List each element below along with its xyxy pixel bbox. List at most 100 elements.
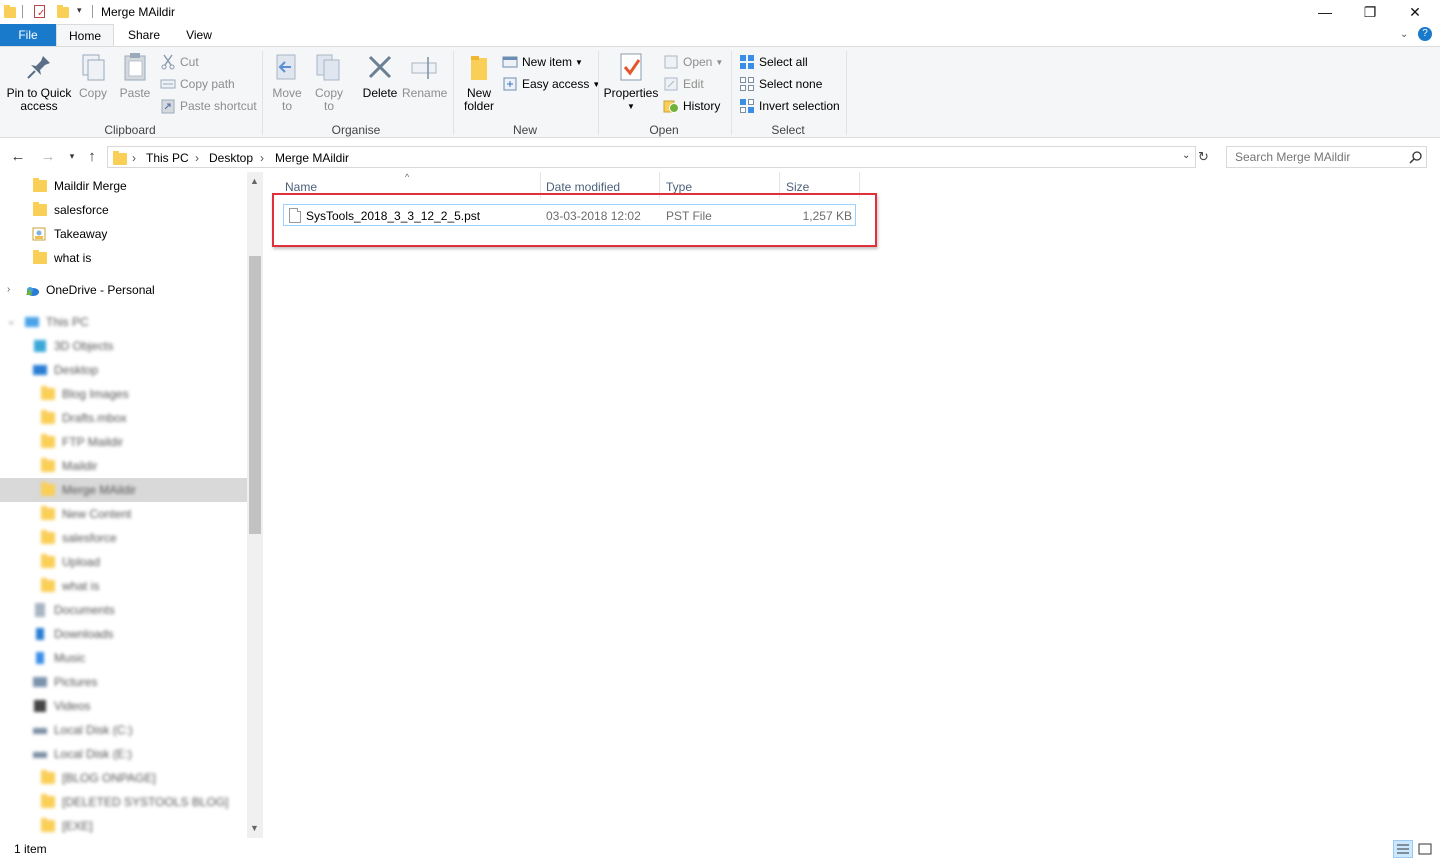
new-item-button[interactable]: New item ▼: [502, 52, 583, 72]
help-icon[interactable]: ?: [1418, 27, 1432, 41]
nav-item-label: Videos: [54, 699, 91, 713]
paste-shortcut-button[interactable]: Paste shortcut: [160, 96, 257, 116]
forward-arrow-icon[interactable]: →: [38, 146, 58, 166]
minimize-button[interactable]: —: [1302, 0, 1348, 24]
address-bar[interactable]: › This PC › Desktop › Merge MAildir ⌄: [107, 146, 1196, 168]
expand-chevron-icon[interactable]: ›: [7, 284, 10, 295]
tab-home[interactable]: Home: [56, 24, 114, 47]
move-to-button[interactable]: Move to: [270, 51, 304, 113]
close-button[interactable]: ✕: [1392, 0, 1438, 24]
properties-checklist-icon[interactable]: ✓: [33, 4, 47, 19]
column-date-header[interactable]: Date modified: [546, 180, 620, 194]
column-type-header[interactable]: Type: [666, 180, 692, 194]
nav-item-salesforce[interactable]: salesforce: [32, 198, 109, 222]
invert-selection-button[interactable]: Invert selection: [739, 96, 840, 116]
copy-to-icon: [313, 51, 345, 83]
select-all-icon: [739, 54, 755, 70]
nav-item-salesforce-desktop[interactable]: salesforce: [40, 526, 117, 550]
nav-item-videos[interactable]: Videos: [32, 694, 90, 718]
nav-item-what-is-desktop[interactable]: what is: [40, 574, 99, 598]
breadcrumb-desktop[interactable]: Desktop: [209, 151, 253, 165]
breadcrumb-merge-maildir[interactable]: Merge MAildir: [275, 151, 349, 165]
history-button[interactable]: History: [663, 96, 720, 116]
copy-path-icon: [160, 76, 176, 92]
nav-item-music[interactable]: Music: [32, 646, 85, 670]
tab-file[interactable]: File: [0, 24, 56, 46]
nav-item-new-content[interactable]: New Content: [40, 502, 131, 526]
column-size-header[interactable]: Size: [786, 180, 809, 194]
nav-item-ftp-maildir[interactable]: FTP Maildir: [40, 430, 123, 454]
details-view-icon[interactable]: [1393, 840, 1413, 858]
large-icons-view-icon[interactable]: [1415, 840, 1435, 858]
nav-item-desktop[interactable]: Desktop: [32, 358, 98, 382]
nav-item-blog-onpage[interactable]: [BLOG ONPAGE]: [40, 766, 156, 790]
copy-button[interactable]: Copy: [76, 51, 110, 100]
select-none-button[interactable]: Select none: [739, 74, 822, 94]
nav-item-what-is[interactable]: what is: [32, 246, 91, 270]
customize-toolbar-dropdown-icon[interactable]: ▾: [77, 5, 82, 16]
scroll-up-icon[interactable]: ▲: [250, 176, 259, 186]
tab-view[interactable]: View: [176, 24, 222, 46]
nav-item-pictures[interactable]: Pictures: [32, 670, 97, 694]
move-to-label: Move to: [272, 86, 302, 113]
copy-to-button[interactable]: Copy to: [312, 51, 346, 113]
scroll-down-icon[interactable]: ▼: [250, 823, 259, 833]
copy-path-button[interactable]: Copy path: [160, 74, 235, 94]
nav-item-this-pc[interactable]: This PC: [24, 310, 89, 334]
search-icon[interactable]: [1409, 150, 1423, 167]
nav-item-drafts-mbox[interactable]: Drafts.mbox: [40, 406, 127, 430]
search-input[interactable]: [1227, 147, 1407, 167]
nav-item-maildir[interactable]: Maildir: [40, 454, 97, 478]
paste-button[interactable]: Paste: [117, 51, 153, 100]
open-button[interactable]: Open ▼: [663, 52, 723, 72]
refresh-icon[interactable]: ↻: [1198, 149, 1209, 165]
address-row: ← → ▾ ↑ › This PC › Desktop › Merge MAil…: [0, 142, 1440, 170]
open-group-label: Open: [649, 123, 679, 137]
easy-access-button[interactable]: Easy access ▼: [502, 74, 600, 94]
nav-item-3d-objects[interactable]: 3D Objects: [32, 334, 113, 358]
nav-item-exe[interactable]: [EXE]: [40, 814, 93, 838]
breadcrumb-separator-icon: ›: [195, 151, 199, 165]
address-history-dropdown-icon[interactable]: ⌄: [1182, 150, 1190, 161]
column-name-header[interactable]: Name: [285, 180, 317, 194]
nav-item-downloads[interactable]: Downloads: [32, 622, 113, 646]
delete-button[interactable]: Delete: [360, 51, 400, 100]
select-none-icon: [739, 76, 755, 92]
nav-item-takeaway[interactable]: Takeaway: [32, 222, 107, 246]
new-folder-button[interactable]: New folder: [460, 51, 498, 113]
pin-to-quick-access-button[interactable]: Pin to Quick access: [6, 51, 72, 113]
nav-item-onedrive[interactable]: OneDrive - Personal: [24, 278, 155, 302]
nav-scrollbar-thumb[interactable]: [249, 256, 261, 534]
nav-item-local-disk-c[interactable]: Local Disk (C:): [32, 718, 133, 742]
properties-button[interactable]: Properties ▼: [603, 51, 659, 113]
recent-locations-dropdown-icon[interactable]: ▾: [62, 146, 82, 166]
tab-share[interactable]: Share: [118, 24, 170, 46]
rename-button[interactable]: Rename: [402, 51, 447, 100]
ribbon-tabs: File Home Share View ⌄ ?: [0, 24, 1440, 47]
paste-shortcut-icon: [160, 98, 176, 114]
select-all-button[interactable]: Select all: [739, 52, 808, 72]
nav-item-merge-maildir[interactable]: Merge MAildir: [40, 478, 136, 502]
up-arrow-icon[interactable]: ↑: [82, 146, 102, 166]
edit-button[interactable]: Edit: [663, 74, 704, 94]
nav-item-maildir-merge[interactable]: Maildir Merge: [32, 174, 127, 198]
folder-icon: [40, 506, 56, 522]
nav-item-blog-images[interactable]: Blog Images: [40, 382, 129, 406]
collapse-chevron-icon[interactable]: ⌄: [7, 316, 15, 327]
breadcrumb-this-pc[interactable]: This PC: [146, 151, 189, 165]
nav-item-label: This PC: [46, 315, 89, 329]
search-box[interactable]: [1226, 146, 1427, 168]
nav-item-upload[interactable]: Upload: [40, 550, 100, 574]
collapse-ribbon-icon[interactable]: ⌄: [1400, 29, 1408, 40]
nav-item-deleted-systools-blog[interactable]: [DELETED SYSTOOLS BLOG]: [40, 790, 229, 814]
nav-item-label: Desktop: [54, 363, 99, 377]
nav-item-label: [BLOG ONPAGE]: [62, 771, 156, 785]
copy-label: Copy: [78, 86, 107, 100]
restore-button[interactable]: ❐: [1347, 0, 1393, 24]
nav-item-local-disk-e[interactable]: Local Disk (E:): [32, 742, 132, 766]
back-arrow-icon[interactable]: ←: [8, 146, 28, 166]
nav-item-documents[interactable]: Documents: [32, 598, 115, 622]
cut-button[interactable]: Cut: [160, 52, 199, 72]
nav-item-label: Pictures: [54, 675, 98, 689]
new-folder-quick-icon[interactable]: [57, 4, 71, 18]
